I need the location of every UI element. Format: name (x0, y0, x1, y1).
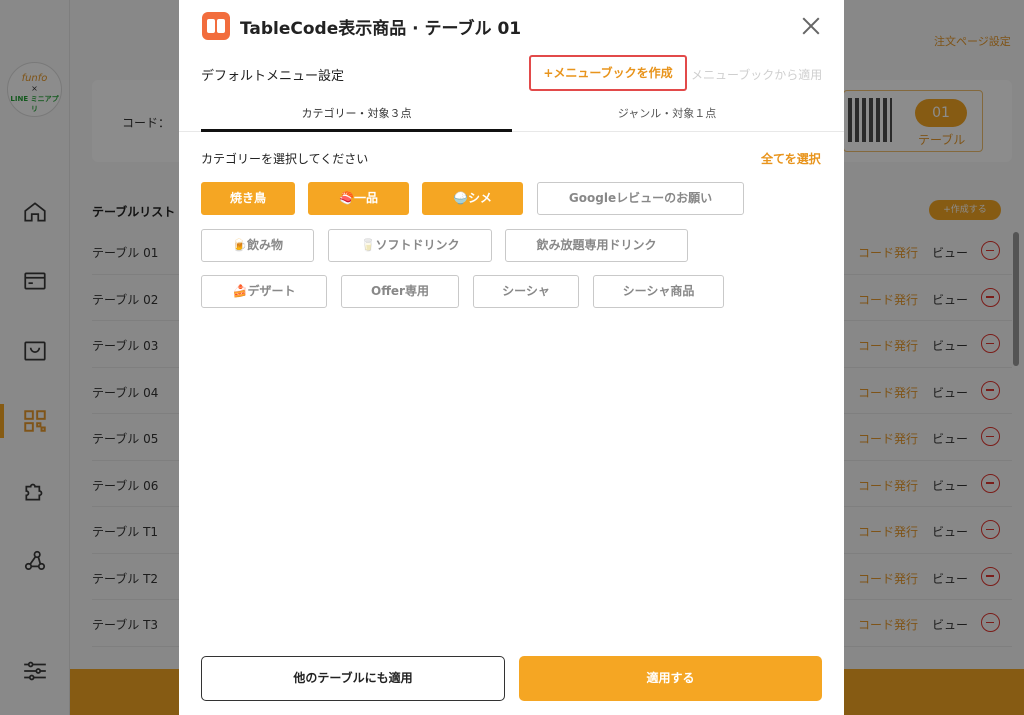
category-chip-ippin[interactable]: 🍣一品 (308, 182, 409, 215)
category-chip-dessert[interactable]: 🍰デザート (201, 275, 327, 308)
modal-header: TableCode表示商品 · テーブル 01 (179, 0, 844, 52)
tab-genre[interactable]: ジャンル・対象１点 (512, 98, 822, 132)
apply-from-menubook-button[interactable]: メニューブックから適用 (691, 66, 822, 83)
tab-category[interactable]: カテゴリー・対象３点 (201, 98, 512, 132)
category-chip-shisha-products[interactable]: シーシャ商品 (593, 275, 724, 308)
default-menu-settings-label: デフォルトメニュー設定 (201, 69, 345, 84)
close-icon[interactable] (799, 14, 823, 38)
select-category-prompt: カテゴリーを選択してください (201, 152, 369, 166)
category-chip-yakitori[interactable]: 焼き鳥 (201, 182, 295, 215)
modal-title: TableCode表示商品 · テーブル 01 (240, 19, 522, 39)
tablecode-app-icon (202, 12, 230, 40)
select-all-button[interactable]: 全てを選択 (761, 150, 821, 167)
category-chip-shisha[interactable]: シーシャ (473, 275, 579, 308)
category-chip-shime[interactable]: 🍚シメ (422, 182, 523, 215)
apply-button[interactable]: 適用する (519, 656, 822, 701)
apply-to-other-tables-button[interactable]: 他のテーブルにも適用 (201, 656, 505, 701)
create-menubook-button[interactable]: +メニューブックを作成 (529, 55, 687, 91)
modal-tabs: カテゴリー・対象３点 ジャンル・対象１点 (179, 98, 844, 132)
category-chip-soft-drinks[interactable]: 🥛ソフトドリンク (328, 229, 492, 262)
category-chip-drinks[interactable]: 🍺飲み物 (201, 229, 314, 262)
category-chip-all-you-can-drink[interactable]: 飲み放題専用ドリンク (505, 229, 688, 262)
category-chip-google-review[interactable]: Googleレビューのお願い (537, 182, 744, 215)
table-code-products-modal: TableCode表示商品 · テーブル 01 デフォルトメニュー設定 +メニュ… (179, 0, 844, 715)
category-chip-offer[interactable]: Offer専用 (341, 275, 459, 308)
